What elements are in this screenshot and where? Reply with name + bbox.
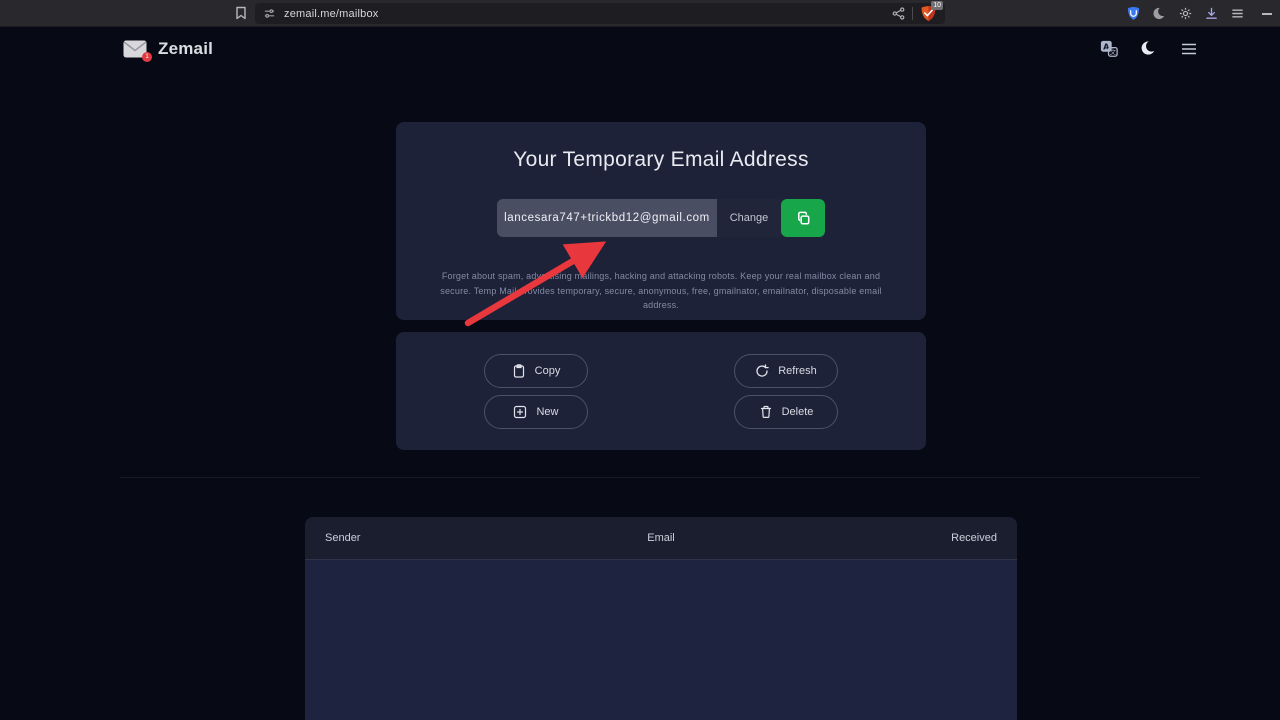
section-divider: [120, 477, 1200, 478]
brand-name[interactable]: Zemail: [158, 39, 213, 59]
column-header-sender: Sender: [305, 532, 540, 544]
new-address-button[interactable]: New: [484, 395, 588, 429]
darkreader-extension-icon[interactable]: [1152, 6, 1167, 21]
temp-email-card: Your Temporary Email Address Change Forg…: [396, 122, 926, 320]
envelope-logo-icon: 1: [123, 40, 147, 58]
dark-mode-moon-icon[interactable]: [1140, 40, 1158, 58]
unread-badge: 1: [142, 52, 152, 62]
column-header-email: Email: [540, 532, 782, 544]
change-email-button[interactable]: Change: [717, 199, 781, 237]
refresh-button[interactable]: Refresh: [734, 354, 838, 388]
refresh-icon: [755, 364, 769, 378]
bookmark-icon[interactable]: [233, 5, 249, 21]
url-text[interactable]: zemail.me/mailbox: [284, 8, 892, 20]
clipboard-icon: [512, 364, 526, 378]
minimize-window-icon[interactable]: [1262, 13, 1272, 15]
site-menu-icon[interactable]: [1180, 40, 1198, 58]
page-title: Your Temporary Email Address: [396, 148, 926, 172]
browser-toolbar: zemail.me/mailbox 10: [0, 0, 1280, 27]
site-permissions-icon[interactable]: [263, 7, 276, 20]
temp-email-input[interactable]: [497, 199, 717, 237]
copy-email-button[interactable]: [781, 199, 825, 237]
brand[interactable]: 1 Zemail: [123, 39, 213, 59]
copy-icon: [795, 210, 812, 227]
adguard-extension-icon[interactable]: 10: [920, 5, 937, 22]
email-row: Change: [497, 199, 825, 237]
trash-icon: [759, 405, 773, 419]
language-translate-icon[interactable]: A 文: [1100, 40, 1118, 58]
delete-button[interactable]: Delete: [734, 395, 838, 429]
extensions-gear-icon[interactable]: [1178, 6, 1193, 21]
url-bar[interactable]: zemail.me/mailbox 10: [255, 3, 945, 24]
inbox-table-header: Sender Email Received: [305, 517, 1017, 560]
share-icon[interactable]: [892, 7, 905, 20]
service-description: Forget about spam, advertising mailings,…: [430, 269, 892, 313]
svg-text:文: 文: [1110, 47, 1117, 56]
copy-button[interactable]: Copy: [484, 354, 588, 388]
toolbar-divider: [912, 7, 913, 20]
site-header: 1 Zemail A 文: [0, 27, 1280, 71]
browser-menu-icon[interactable]: [1230, 6, 1245, 21]
downloads-icon[interactable]: [1204, 6, 1219, 21]
inbox-table-body: [305, 560, 1017, 720]
plus-square-icon: [513, 405, 527, 419]
ublock-extension-icon[interactable]: [1126, 6, 1141, 21]
adguard-badge-count: 10: [931, 1, 943, 10]
column-header-received: Received: [782, 532, 1017, 544]
actions-card: Copy Refresh New Delete: [396, 332, 926, 450]
inbox-table: Sender Email Received: [305, 517, 1017, 720]
